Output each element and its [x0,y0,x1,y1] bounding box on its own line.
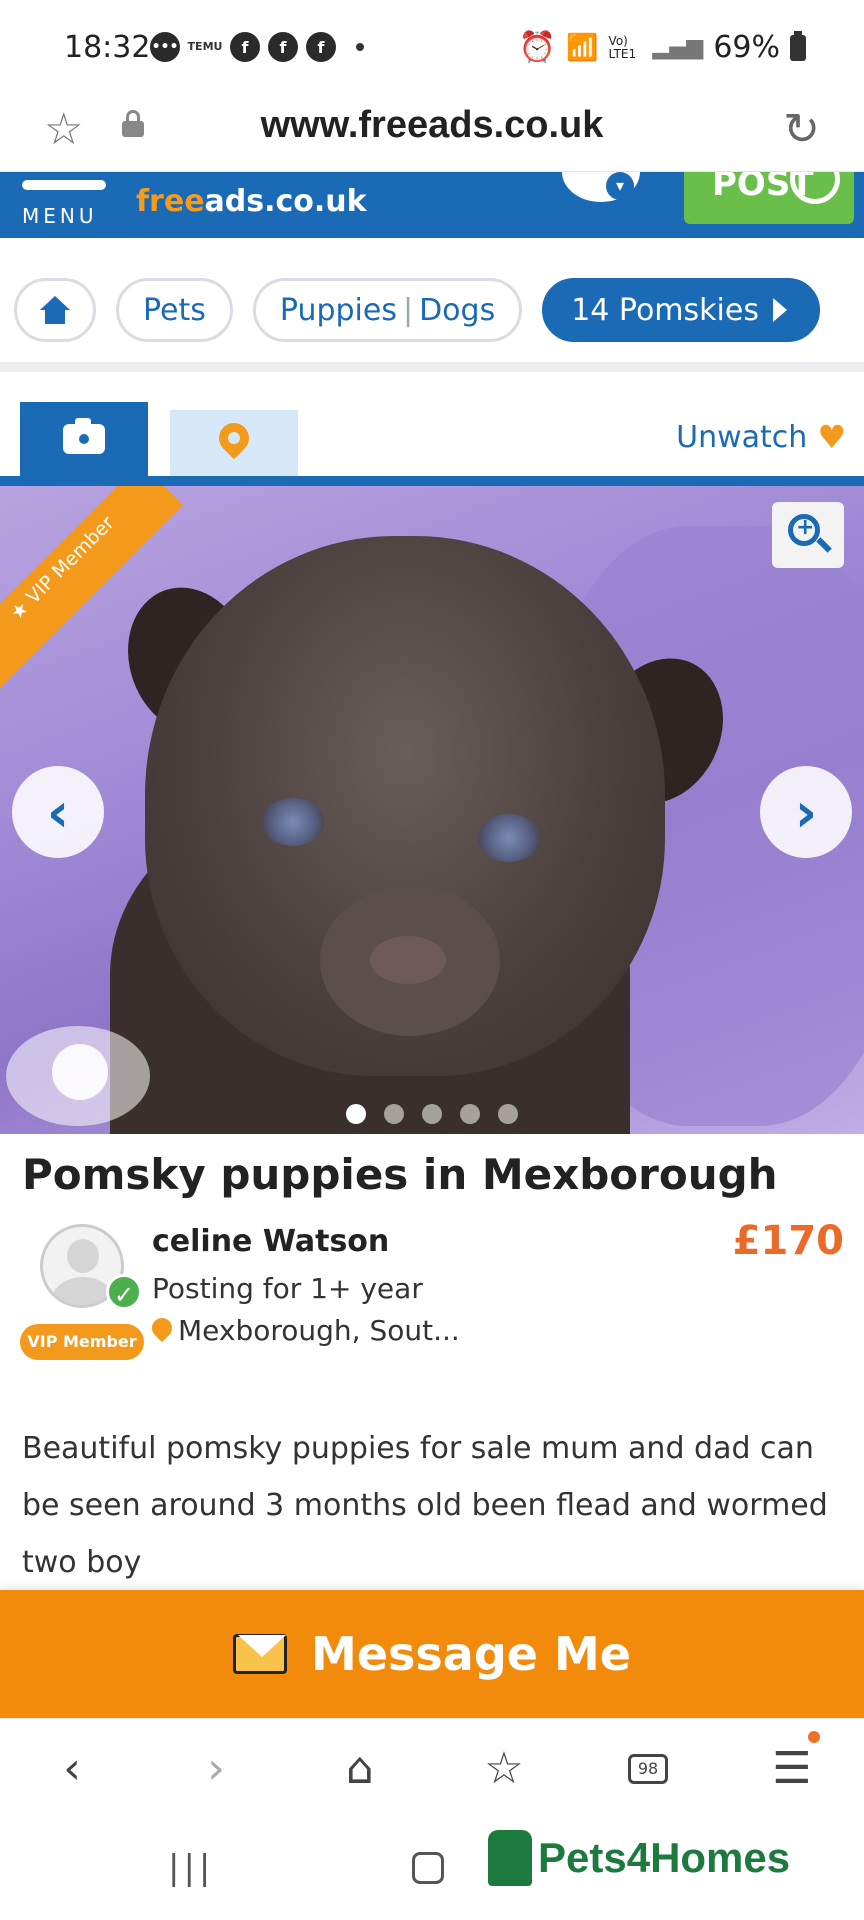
breadcrumb-pomskies-label: 14 Pomskies [571,292,759,328]
zoom-button[interactable] [772,502,844,568]
pagination-dot[interactable] [422,1104,442,1124]
wifi-icon: 📶 [566,32,599,63]
watermark-text: Pets4Homes [538,1834,791,1881]
heart-icon: ♥ [817,418,846,456]
facebook-icon: f [268,32,298,62]
url-field[interactable]: www.freeads.co.uk [0,104,864,147]
logo-free: free [136,184,205,219]
status-bar: 18:32 ••• TEMU f f f ⏰ 📶 Vo) LTE1 ▂▄▆ 69… [0,0,864,86]
network-label: Vo) LTE1 [608,33,637,61]
logo-rest: ads.co.uk [204,184,367,219]
recent-apps-icon[interactable]: ||| [168,1848,214,1888]
pets4homes-logo-icon [488,1830,532,1886]
verified-check-icon: ✓ [106,1274,142,1310]
tab-map[interactable] [170,410,298,476]
back-icon[interactable]: ‹ [32,1743,112,1794]
vip-member-badge: VIP Member [20,1324,144,1360]
section-divider [0,362,864,372]
post-ad-button[interactable]: POST [684,172,854,224]
unwatch-label: Unwatch [676,419,808,455]
signal-icon: ▂▄▆ [652,35,704,60]
breadcrumb-home[interactable] [14,278,96,342]
battery-percent: 69% [713,30,780,65]
reload-icon[interactable]: ↻ [783,104,820,155]
price: £170 [732,1218,844,1264]
chevron-down-icon: ▾ [606,172,634,200]
media-tabs [20,402,298,476]
pagination-dot[interactable] [384,1104,404,1124]
alarm-icon: ⏰ [518,30,557,65]
message-me-label: Message Me [311,1627,631,1681]
envelope-icon [233,1634,288,1674]
menu-bar-icon [22,180,106,190]
menu-button[interactable]: MENU [22,180,112,234]
previous-photo-button[interactable]: ‹ [12,766,104,858]
tabs-button[interactable]: 98 [608,1753,688,1784]
photo-pagination [0,1104,864,1124]
breadcrumb-separator: | [402,292,414,328]
messages-icon[interactable]: ▾ [562,172,640,202]
pagination-dot[interactable] [498,1104,518,1124]
status-right: ⏰ 📶 Vo) LTE1 ▂▄▆ 69% [519,30,806,65]
play-arrow-icon [772,298,787,322]
facebook-icon: f [230,32,260,62]
message-me-button[interactable]: Message Me [0,1590,864,1718]
browser-toolbar: ‹ › ⌂ ☆ 98 ☰ [0,1718,864,1818]
listing-photo[interactable]: ★ VIP Member ‹ › [0,486,864,1134]
chat-icon: ••• [150,32,180,62]
tabs-count: 98 [628,1753,668,1784]
seller-tenure: Posting for 1+ year [152,1272,423,1305]
forward-icon[interactable]: › [176,1743,256,1794]
pets4homes-watermark: Pets4Homes [488,1830,790,1886]
pagination-dot[interactable] [346,1104,366,1124]
next-photo-button[interactable]: › [760,766,852,858]
facebook-icon: f [306,32,336,62]
site-header: MENU freeads.co.uk ▾ POST [0,172,864,238]
seller-location: Mexborough, Sout... [152,1314,460,1347]
breadcrumb-puppies[interactable]: Puppies [280,293,397,328]
location-pin-icon [152,1318,172,1344]
camera-icon [63,418,105,454]
more-notifications-dot [356,43,364,51]
battery-icon [790,30,806,61]
site-logo[interactable]: freeads.co.uk [136,184,367,219]
listing-title: Pomsky puppies in Mexborough [22,1150,778,1199]
menu-notification-dot [808,1731,820,1743]
chevron-left-icon: ‹ [46,780,70,844]
temu-icon: TEMU [187,40,223,53]
pagination-dot[interactable] [460,1104,480,1124]
unwatch-button[interactable]: Unwatch ♥ [676,418,846,456]
notification-icons: ••• TEMU f f f [150,32,364,62]
status-time: 18:32 [64,30,151,65]
listing-description: Beautiful pomsky puppies for sale mum an… [22,1431,828,1580]
chevron-right-icon: › [794,780,818,844]
tab-underline [0,476,864,486]
breadcrumb-dogs[interactable]: Dogs [419,293,495,328]
bookmarks-icon[interactable]: ☆ [464,1743,544,1794]
system-nav-bar: ||| Pets4Homes [0,1818,864,1920]
tab-photos[interactable] [20,402,148,476]
seller-name[interactable]: celine Watson [152,1224,389,1259]
breadcrumb-pomskies[interactable]: 14 Pomskies [542,278,820,342]
breadcrumb: Pets Puppies | Dogs 14 Pomskies [14,278,820,342]
seller-location-text: Mexborough, Sout... [178,1314,460,1347]
location-pin-icon [212,416,256,463]
menu-label: MENU [22,204,98,228]
breadcrumb-puppies-dogs[interactable]: Puppies | Dogs [252,278,523,342]
menu-icon[interactable]: ☰ [752,1731,832,1794]
url-bar: ☆ www.freeads.co.uk ↻ [0,86,864,172]
home-icon [40,296,70,324]
breadcrumb-pets[interactable]: Pets [116,278,233,342]
home-icon[interactable]: ⌂ [320,1743,400,1794]
system-home-icon[interactable] [412,1852,444,1884]
